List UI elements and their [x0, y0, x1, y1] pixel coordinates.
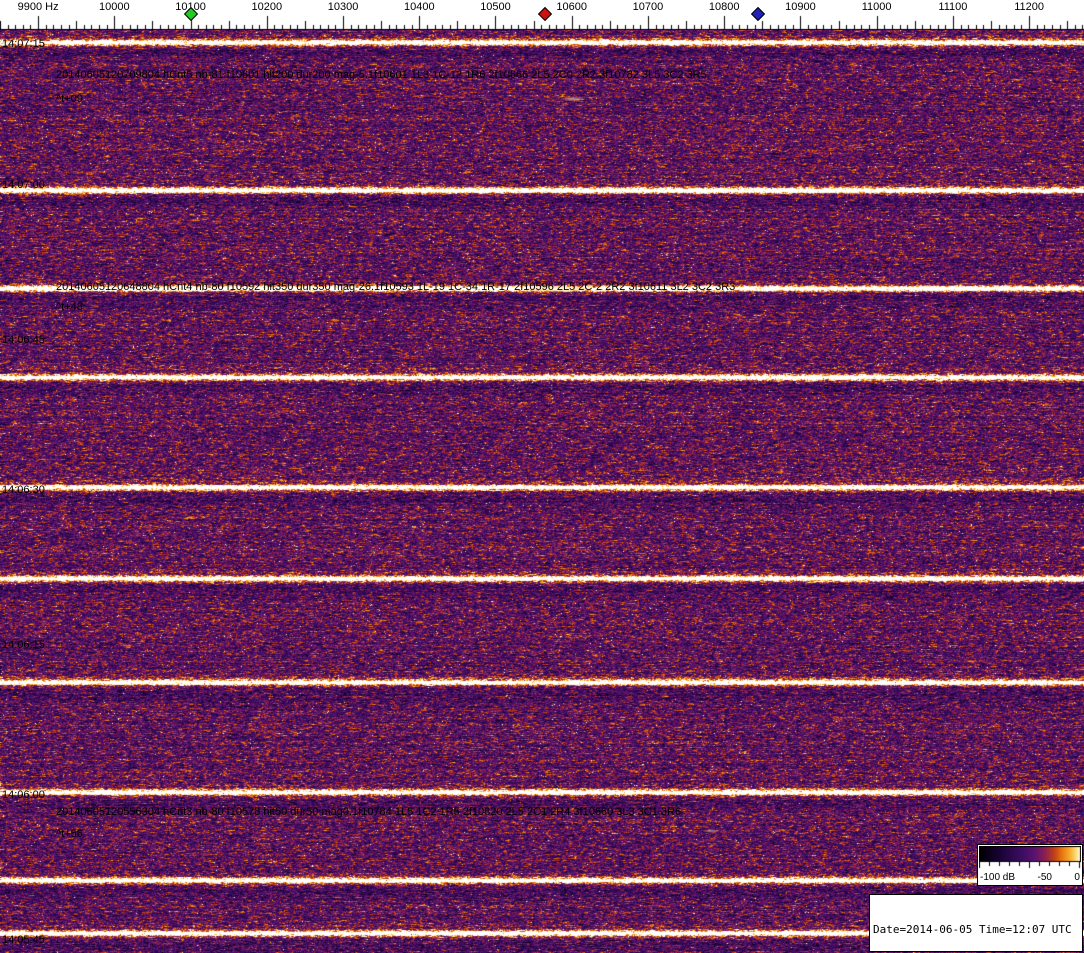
time-axis-label: 14:07:15: [2, 38, 45, 50]
time-axis-label: 14:06:15: [2, 639, 45, 651]
freq-tick-label: 10200: [251, 1, 283, 13]
event-time-marker: ^t+56: [56, 828, 83, 840]
freq-tick-label: 10700: [632, 1, 664, 13]
freq-tick-label: 10300: [327, 1, 359, 13]
time-axis-label: 14:06:00: [2, 789, 45, 801]
color-scale-legend: -100 dB -50 0: [977, 844, 1083, 886]
meteor-waterfall-screen: 9900 Hz100001010010200103001040010500106…: [0, 0, 1084, 953]
legend-db-label-min: -100 dB: [980, 872, 1016, 883]
freq-tick-label: 9900 Hz: [17, 1, 59, 13]
frequency-ruler[interactable]: 9900 Hz100001010010200103001040010500106…: [0, 0, 1084, 30]
freq-tick-label: 11000: [861, 1, 892, 13]
freq-tick-label: 10500: [480, 1, 511, 13]
time-axis-label: 14:06:30: [2, 484, 45, 496]
status-info-box: Date=2014-06-05 Time=12:07 UTC Freq=143 …: [869, 894, 1083, 952]
info-line-date: Date=2014-06-05 Time=12:07 UTC: [873, 923, 1072, 936]
legend-db-label-mid: -50: [1037, 872, 1052, 883]
legend-db-label-max: 0: [1074, 872, 1080, 883]
freq-tick-label: 10900: [785, 1, 816, 13]
meteor-event-annotation: 20140605120709804 hCnt5 nb-81 f10601 hit…: [56, 69, 707, 81]
event-time-marker: ^t+48: [56, 301, 83, 313]
color-scale-gradient: [979, 846, 1081, 872]
meteor-event-annotation: 20140605120556304 hCnt3 nb-80 f10578 hit…: [56, 806, 682, 818]
time-axis-label: 14:07:00: [2, 179, 45, 191]
event-time-marker: ^t+09: [56, 93, 83, 105]
freq-tick-label: 11100: [938, 1, 968, 13]
time-axis-label: 14:05:45: [2, 934, 45, 946]
freq-tick-label: 10400: [403, 1, 435, 13]
time-axis-label: 14:06:45: [2, 334, 45, 346]
freq-tick-label: 10600: [556, 1, 588, 13]
waterfall-area: 14:07:15 14:07:00 14:06:45 14:06:30 14:06:15…: [0, 30, 1084, 953]
legend-db-labels: -100 dB -50 0: [978, 872, 1082, 884]
meteor-event-annotation: 20140605120648804 hCnt4 nb-80 f10592 hit…: [56, 281, 736, 293]
freq-tick-label: 11200: [1014, 1, 1044, 13]
freq-tick-label: 10800: [708, 1, 740, 13]
freq-tick-label: 10000: [99, 1, 130, 13]
